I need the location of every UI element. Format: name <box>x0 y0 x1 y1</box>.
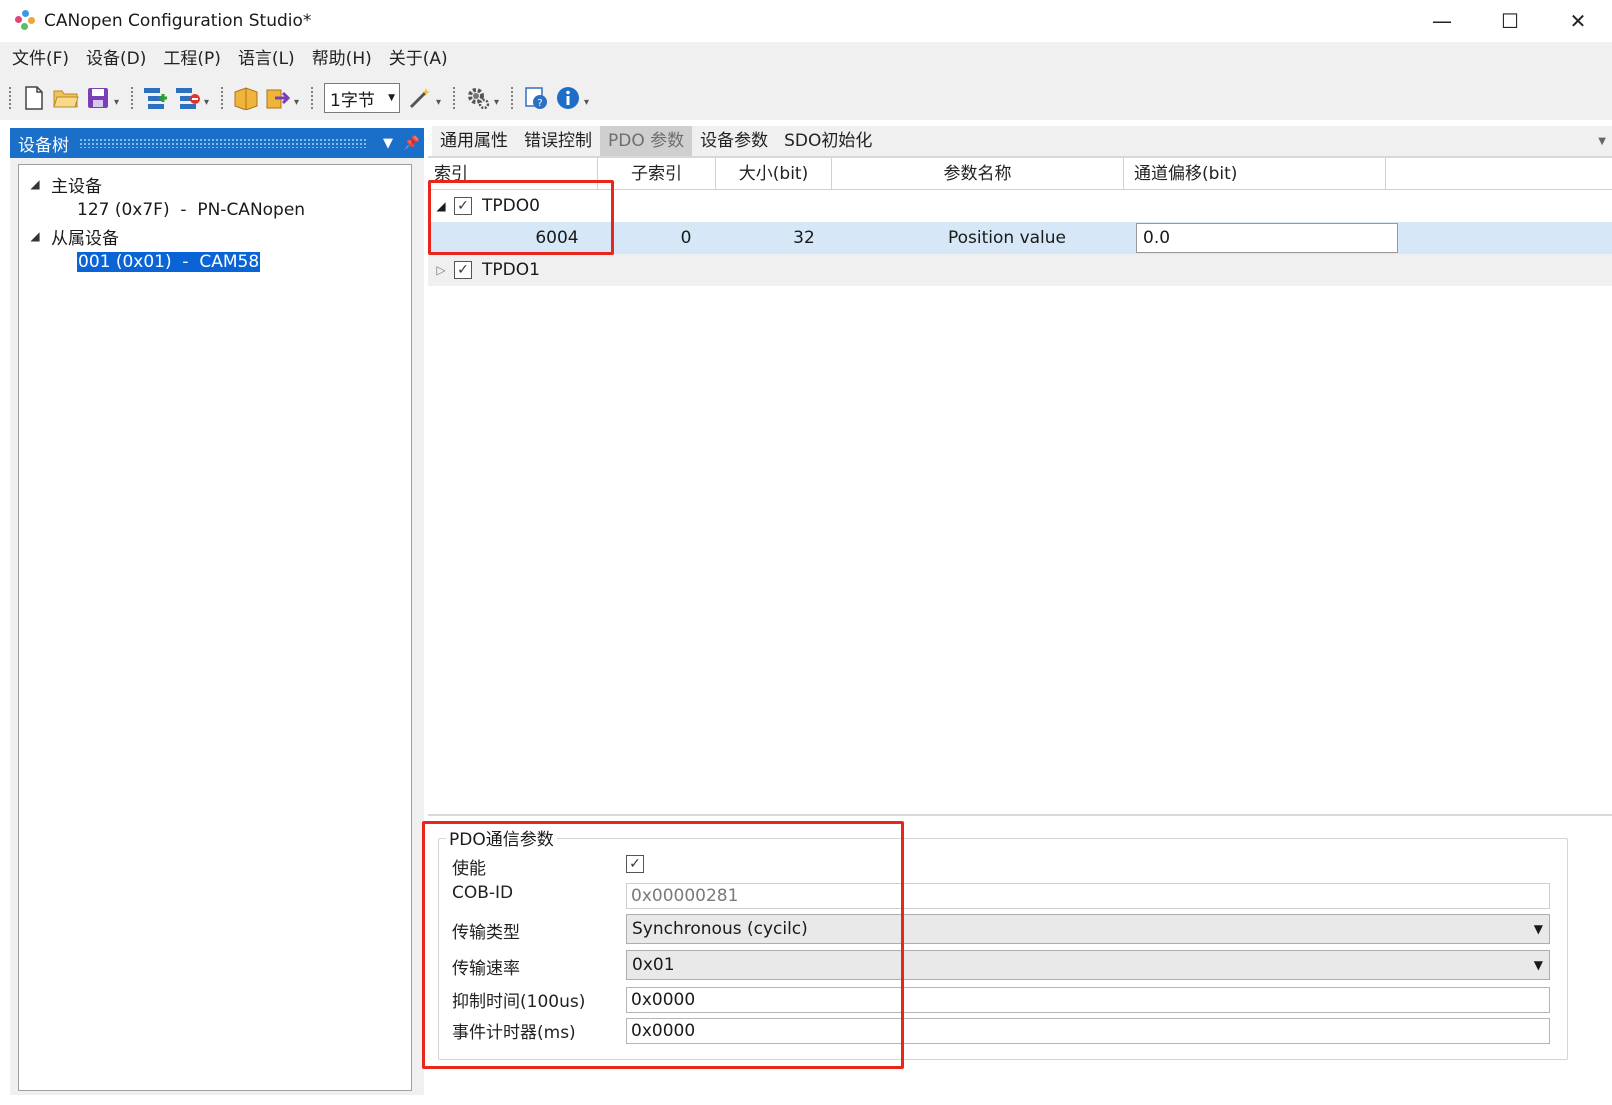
pin-icon[interactable]: 📌 <box>400 136 424 151</box>
toolbar-dropdown-arrow[interactable]: ▾ <box>436 97 446 108</box>
settings-gear-icon[interactable] <box>463 83 493 113</box>
tree-node-slaves[interactable]: ◢ 从属设备 <box>19 223 411 249</box>
close-button[interactable]: ✕ <box>1544 0 1612 42</box>
menu-bar: 文件(F) 设备(D) 工程(P) 语言(L) 帮助(H) 关于(A) <box>0 42 1612 76</box>
toolbar-grip[interactable] <box>510 86 514 110</box>
tab-general[interactable]: 通用属性 <box>432 126 516 156</box>
open-folder-icon[interactable] <box>51 83 81 113</box>
offset-input[interactable]: 0.0 <box>1136 223 1398 253</box>
byte-size-value: 1字节 <box>330 90 375 111</box>
save-icon[interactable] <box>83 83 113 113</box>
column-header-size[interactable]: 大小(bit) <box>716 158 832 190</box>
cell-size: 32 <box>793 228 815 248</box>
toolbar-grip[interactable] <box>220 86 224 110</box>
tab-bar: 通用属性 错误控制 PDO 参数 设备参数 SDO初始化 ▼ <box>432 126 1612 156</box>
collapse-arrow-icon[interactable]: ◢ <box>27 229 43 243</box>
expand-arrow-icon[interactable]: ▷ <box>428 263 454 277</box>
tree-node-label: 001 (0x01) - CAM58 <box>77 252 261 272</box>
group-label: TPDO1 <box>482 260 540 280</box>
info-icon[interactable] <box>553 83 583 113</box>
tree-node-label: 从属设备 <box>51 228 119 249</box>
tab-sdo-init[interactable]: SDO初始化 <box>776 126 880 156</box>
panel-menu-icon[interactable]: ▼ <box>376 136 400 151</box>
cell-param-name: Position value <box>947 228 1067 248</box>
tree-node-label: 127 (0x7F) - PN-CANopen <box>77 200 306 220</box>
menu-device[interactable]: 设备(D) <box>78 42 155 76</box>
menu-about[interactable]: 关于(A) <box>381 42 457 76</box>
menu-file[interactable]: 文件(F) <box>4 42 78 76</box>
remove-device-icon[interactable] <box>173 83 203 113</box>
tree-node-master-device[interactable]: 127 (0x7F) - PN-CANopen <box>19 197 411 223</box>
toolbar-grip[interactable] <box>310 86 314 110</box>
dropdown-arrow-icon: ▼ <box>388 93 395 103</box>
toolbar-dropdown-arrow[interactable]: ▾ <box>494 97 504 108</box>
menu-language[interactable]: 语言(L) <box>230 42 304 76</box>
panel-drag-handle[interactable] <box>79 138 366 148</box>
byte-size-select[interactable]: 1字节 ▼ <box>324 83 400 113</box>
collapse-arrow-icon[interactable]: ◢ <box>27 177 43 191</box>
toolbar: ▾ ▾ ▾ 1字节 ▼ ▾ ▾ ? ▾ <box>0 76 1612 120</box>
maximize-button[interactable]: ☐ <box>1476 0 1544 42</box>
menu-project[interactable]: 工程(P) <box>155 42 230 76</box>
magic-wand-icon[interactable] <box>405 83 435 113</box>
device-tree: ◢ 主设备 127 (0x7F) - PN-CANopen ◢ 从属设备 001… <box>18 164 412 1091</box>
toolbar-dropdown-arrow[interactable]: ▾ <box>584 97 594 108</box>
pdo-grid: 索引 子索引 大小(bit) 参数名称 通道偏移(bit) ◢ ✓ TPDO0 … <box>428 156 1612 816</box>
highlight-box-pdo-comm <box>422 821 904 1069</box>
toolbar-grip[interactable] <box>452 86 456 110</box>
toolbar-grip[interactable] <box>130 86 134 110</box>
column-header-param-name[interactable]: 参数名称 <box>832 158 1124 190</box>
device-tree-panel: 设备树 ▼ 📌 ◢ 主设备 127 (0x7F) - PN-CANopen ◢ … <box>10 128 424 1095</box>
tree-node-label: 主设备 <box>51 176 102 197</box>
import-icon[interactable] <box>231 83 261 113</box>
tree-node-slave-device[interactable]: 001 (0x01) - CAM58 <box>19 249 411 275</box>
splitter[interactable] <box>428 814 1612 816</box>
tpdo1-checkbox[interactable]: ✓ <box>454 261 472 279</box>
svg-text:?: ? <box>537 98 542 109</box>
column-header-subindex[interactable]: 子索引 <box>598 158 716 190</box>
dropdown-arrow-icon: ▼ <box>1533 958 1543 972</box>
tabs-overflow-icon[interactable]: ▼ <box>1598 136 1606 147</box>
menu-help[interactable]: 帮助(H) <box>304 42 381 76</box>
tab-device-params[interactable]: 设备参数 <box>692 126 776 156</box>
group-row-tpdo1[interactable]: ▷ ✓ TPDO1 <box>428 254 1612 286</box>
tab-pdo-params[interactable]: PDO 参数 <box>600 126 693 156</box>
window-title: CANopen Configuration Studio* <box>44 11 312 31</box>
device-tree-header: 设备树 ▼ 📌 <box>10 128 424 158</box>
cell-subindex: 0 <box>680 228 692 248</box>
tab-error-control[interactable]: 错误控制 <box>516 126 600 156</box>
highlight-box-tpdo0 <box>428 180 614 255</box>
app-logo-icon <box>12 8 38 34</box>
help-icon[interactable]: ? <box>521 83 551 113</box>
toolbar-dropdown-arrow[interactable]: ▾ <box>204 97 214 108</box>
toolbar-grip[interactable] <box>8 86 12 110</box>
toolbar-dropdown-arrow[interactable]: ▾ <box>294 97 304 108</box>
dropdown-arrow-icon: ▼ <box>1533 922 1543 936</box>
toolbar-dropdown-arrow[interactable]: ▾ <box>114 97 124 108</box>
export-icon[interactable] <box>263 83 293 113</box>
column-header-offset[interactable]: 通道偏移(bit) <box>1124 158 1386 190</box>
tree-node-master[interactable]: ◢ 主设备 <box>19 171 411 197</box>
device-tree-title: 设备树 <box>18 135 69 156</box>
add-device-icon[interactable] <box>141 83 171 113</box>
new-file-icon[interactable] <box>19 83 49 113</box>
minimize-button[interactable]: — <box>1408 0 1476 42</box>
column-header-filler <box>1386 158 1612 190</box>
title-bar: CANopen Configuration Studio* — ☐ ✕ <box>0 0 1612 42</box>
